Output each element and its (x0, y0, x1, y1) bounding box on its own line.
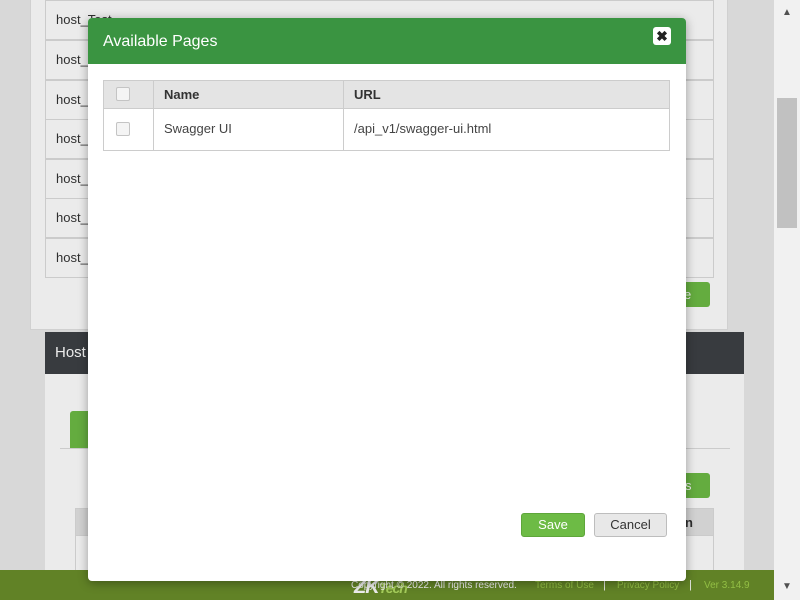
row-checkbox[interactable] (116, 122, 130, 136)
scroll-thumb[interactable] (777, 98, 797, 228)
column-header-url: URL (354, 87, 381, 102)
scroll-down-arrow-icon[interactable]: ▼ (774, 574, 800, 600)
available-pages-dialog: Available Pages ✖ Name URL Swagger UI /a… (88, 18, 686, 581)
column-divider (343, 81, 344, 150)
column-header-name: Name (164, 87, 200, 102)
page-scrollbar[interactable]: ▲ ▼ (774, 0, 800, 600)
scroll-up-arrow-icon[interactable]: ▲ (774, 0, 800, 26)
table-row[interactable]: Swagger UI /api_v1/swagger-ui.html (104, 109, 669, 150)
save-button[interactable]: Save (521, 513, 585, 537)
pages-table: Name URL Swagger UI /api_v1/swagger-ui.h… (103, 80, 670, 151)
page-name: Swagger UI (164, 121, 232, 136)
select-all-checkbox[interactable] (116, 87, 130, 101)
close-icon[interactable]: ✖ (653, 27, 671, 45)
page-url: /api_v1/swagger-ui.html (354, 121, 492, 136)
dialog-header: Available Pages ✖ (88, 18, 686, 64)
cancel-button[interactable]: Cancel (594, 513, 667, 537)
table-header: Name URL (104, 81, 669, 109)
dialog-title: Available Pages (103, 33, 218, 50)
column-divider (153, 81, 154, 150)
